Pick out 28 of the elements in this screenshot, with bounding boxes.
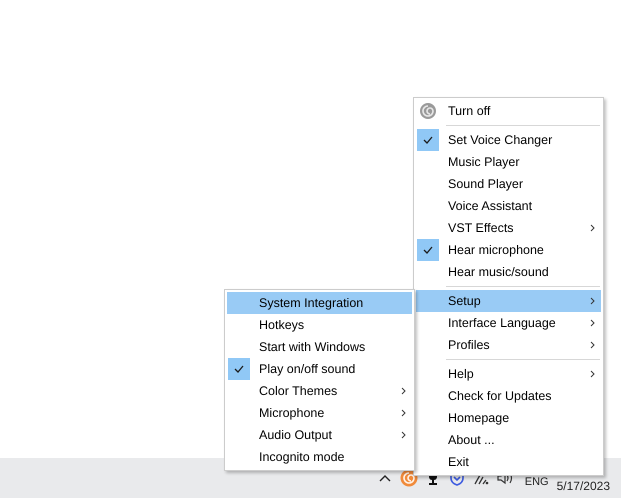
chevron-up-icon[interactable] xyxy=(378,474,391,482)
clock-date[interactable]: 5/17/2023 xyxy=(556,479,610,493)
menu-item[interactable]: VST Effects xyxy=(416,217,601,239)
menu-item[interactable]: Profiles xyxy=(416,334,601,356)
menu-item[interactable]: Color Themes xyxy=(227,380,412,402)
menu-item[interactable]: Check for Updates xyxy=(416,385,601,407)
menu-item[interactable]: Voice Assistant xyxy=(416,195,601,217)
menu-item[interactable]: Audio Output xyxy=(227,424,412,446)
menu-item[interactable]: Hear music/sound xyxy=(416,261,601,283)
menu-item[interactable]: Interface Language xyxy=(416,312,601,334)
menu-item[interactable]: Hear microphone xyxy=(416,239,601,261)
menu-item[interactable]: Exit xyxy=(416,451,601,473)
menu-item[interactable]: Play on/off sound xyxy=(227,358,412,380)
menu-item[interactable]: About ... xyxy=(416,429,601,451)
menu-item[interactable]: Music Player xyxy=(416,151,601,173)
menu-item[interactable]: System Integration xyxy=(227,292,412,314)
swirl-icon xyxy=(419,102,437,120)
menu-item[interactable]: Help xyxy=(416,363,601,385)
menu-item[interactable]: Homepage xyxy=(416,407,601,429)
menu-item[interactable]: Setup xyxy=(416,290,601,312)
menu-item[interactable]: Turn off xyxy=(416,100,601,122)
menu-item[interactable]: Start with Windows xyxy=(227,336,412,358)
menu-item[interactable]: Incognito mode xyxy=(227,446,412,468)
menu-item[interactable]: Sound Player xyxy=(416,173,601,195)
menu-item[interactable]: Hotkeys xyxy=(227,314,412,336)
menu-item[interactable]: Microphone xyxy=(227,402,412,424)
menu-item[interactable]: Set Voice Changer xyxy=(416,129,601,151)
language-indicator[interactable]: ENG xyxy=(524,476,549,488)
